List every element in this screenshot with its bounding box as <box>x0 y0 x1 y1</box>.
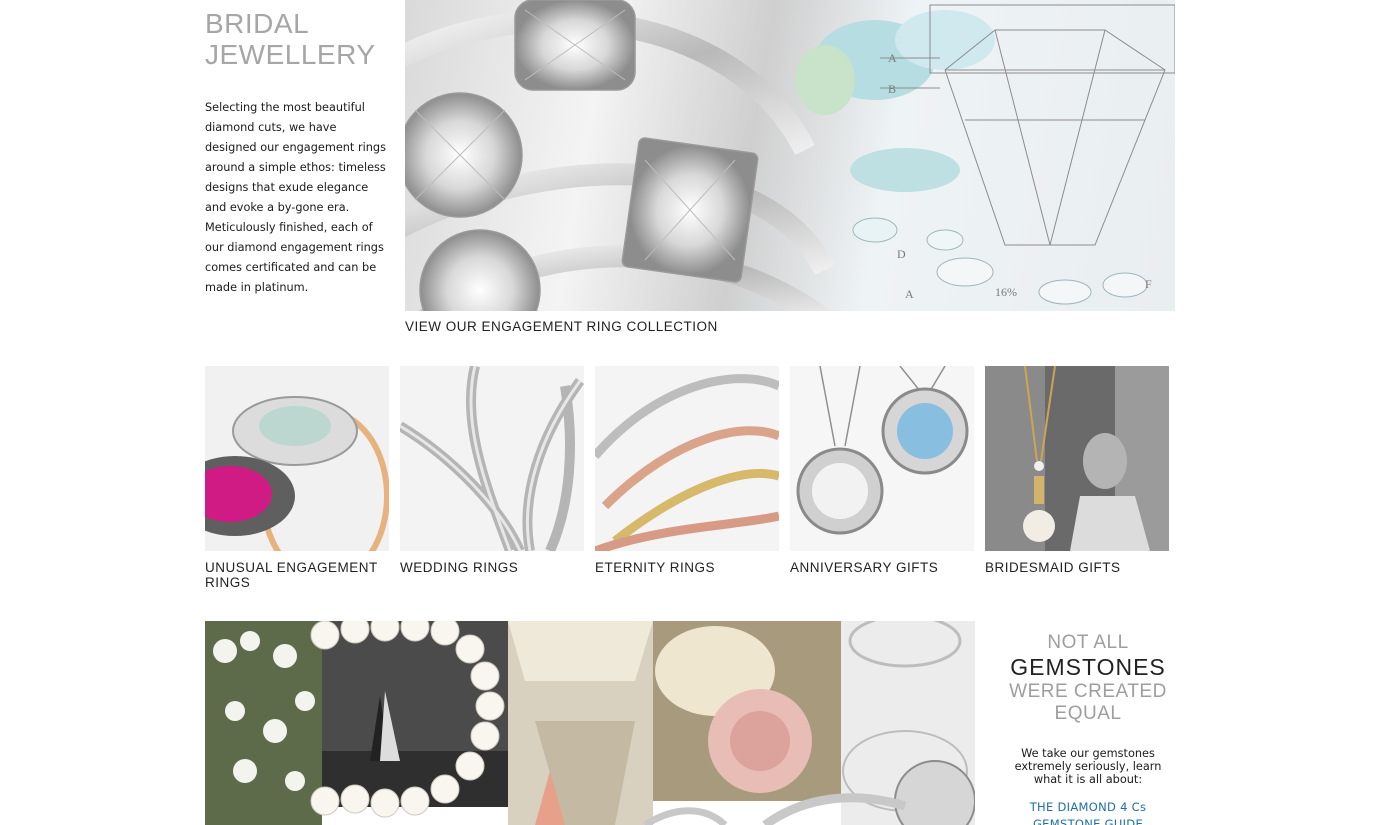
promo-heading-line-3: WERE CREATED <box>1009 681 1167 702</box>
promo-heading-line-2: GEMSTONES <box>1010 654 1166 680</box>
anniversary-gifts-image <box>790 366 974 551</box>
hero-rings-illustration: A B D A 16% F <box>405 0 1175 311</box>
diagram-percent: 16% <box>995 285 1017 299</box>
diagram-letter-a2: A <box>905 287 914 301</box>
bridesmaid-gifts-image <box>985 366 1169 551</box>
diagram-letter-b: B <box>888 82 896 96</box>
promo-heading-line-4: EQUAL <box>1054 703 1122 724</box>
eternity-rings-image <box>595 366 779 551</box>
page: BRIDAL JEWELLERY Selecting the most beau… <box>0 0 1374 825</box>
gemstones-promo: NOT ALL GEMSTONES WERE CREATED EQUAL We … <box>993 632 1183 825</box>
bridal-collage-image[interactable] <box>205 621 975 825</box>
category-label: BRIDESMAID GIFTS <box>985 560 1121 575</box>
category-label: UNUSUAL ENGAGEMENT RINGS <box>205 560 378 590</box>
category-label: WEDDING RINGS <box>400 560 519 575</box>
hero-engagement-rings-image[interactable]: A B D A 16% F <box>405 0 1175 311</box>
category-unusual-engagement-rings[interactable]: UNUSUAL ENGAGEMENT RINGS <box>205 366 389 590</box>
diagram-letter-d: D <box>897 247 906 261</box>
page-title: BRIDAL JEWELLERY <box>205 8 376 70</box>
category-eternity-rings[interactable]: ETERNITY RINGS <box>595 366 779 575</box>
diamond-4cs-link[interactable]: THE DIAMOND 4 Cs <box>993 800 1183 814</box>
category-wedding-rings[interactable]: WEDDING RINGS <box>400 366 584 575</box>
promo-body-text: We take our gemstones extremely seriousl… <box>1014 747 1162 786</box>
wedding-rings-image <box>400 366 584 551</box>
promo-heading-line-1: NOT ALL <box>1047 632 1129 653</box>
category-label: ETERNITY RINGS <box>595 560 716 575</box>
diagram-letter-f: F <box>1145 277 1152 291</box>
page-title-line-1: BRIDAL <box>205 8 310 39</box>
category-label: ANNIVERSARY GIFTS <box>790 560 939 575</box>
gemstone-guide-link[interactable]: GEMSTONE GUIDE <box>993 817 1183 825</box>
page-title-line-2: JEWELLERY <box>205 39 376 70</box>
unusual-engagement-rings-image <box>205 366 389 551</box>
diagram-letter-a: A <box>888 51 897 65</box>
intro-text: Selecting the most beautiful diamond cut… <box>205 101 386 294</box>
category-anniversary-gifts[interactable]: ANNIVERSARY GIFTS <box>790 366 974 575</box>
engagement-collection-link[interactable]: VIEW OUR ENGAGEMENT RING COLLECTION <box>405 319 718 334</box>
category-bridesmaid-gifts[interactable]: BRIDESMAID GIFTS <box>985 366 1169 575</box>
